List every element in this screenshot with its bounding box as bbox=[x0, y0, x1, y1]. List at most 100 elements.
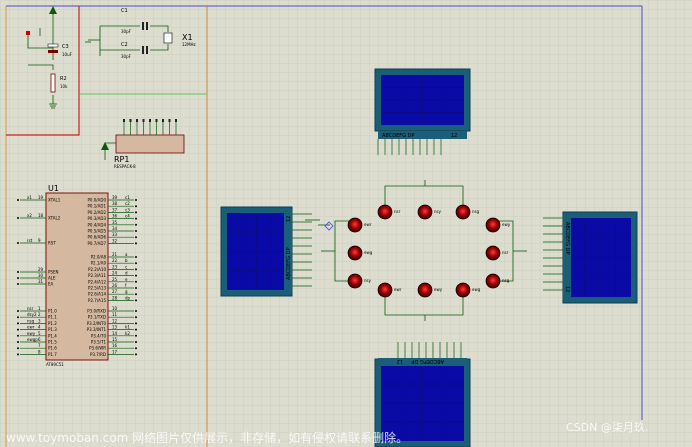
mcu-pin-name: P2.3/A11 bbox=[88, 273, 106, 278]
mcu-pin-dot bbox=[135, 262, 137, 265]
mcu-pin-name: ALE bbox=[48, 276, 56, 281]
led-net-label: ewg bbox=[472, 287, 481, 292]
led-net-label: nsy bbox=[364, 278, 372, 283]
mcu-pin-name: P2.5/A13 bbox=[88, 286, 106, 291]
mcu-pin-name: EA bbox=[48, 282, 54, 287]
mcu-pin-number: 19 bbox=[38, 195, 44, 200]
mcu-pin-dot bbox=[17, 310, 19, 312]
c3-capacitor-plate bbox=[48, 50, 58, 53]
traffic-led-icon bbox=[347, 245, 363, 261]
mcu-pin-number: 38 bbox=[112, 201, 118, 206]
mcu-pin-name: P0.2/AD2 bbox=[88, 210, 107, 215]
mcu-pin-number: 26 bbox=[112, 283, 118, 288]
mcu-pin-dot bbox=[135, 310, 137, 312]
led-net-label: nsy bbox=[434, 209, 442, 214]
rp1-pin-end bbox=[142, 119, 145, 122]
rp1-pin-end bbox=[175, 119, 177, 122]
display-bottom-seg-label: ABCDEFG DP bbox=[412, 358, 444, 364]
mcu-pin-number: 37 bbox=[112, 207, 118, 212]
mcu-pin-dot bbox=[135, 347, 137, 350]
mcu-net-label: x2 bbox=[27, 213, 32, 218]
rp1-respack bbox=[115, 134, 185, 154]
mcu-pin-number: 23 bbox=[112, 264, 118, 269]
mcu-pin-name: P0.4/AD4 bbox=[88, 222, 107, 227]
mcu-net-label: c bbox=[125, 264, 127, 269]
rp1-pin-end bbox=[162, 119, 164, 122]
mcu-pin-name: P3.3/INT1 bbox=[87, 327, 107, 332]
mcu-pin-name: P3.7/RD bbox=[90, 352, 106, 357]
watermark-right: CSDN @柒月玖. bbox=[566, 421, 648, 434]
mcu-pin-dot bbox=[135, 322, 137, 325]
mcu-pin-dot bbox=[135, 274, 137, 277]
x1-crystal bbox=[163, 32, 173, 44]
u1-ref: U1 bbox=[48, 184, 59, 193]
c2-plate-2 bbox=[146, 46, 148, 54]
mcu-pin-number: 29 bbox=[38, 267, 44, 272]
mcu-pin-number: 11 bbox=[112, 312, 118, 317]
mcu-pin-name: RST bbox=[48, 241, 56, 246]
traffic-led-icon bbox=[417, 204, 433, 220]
reset-button-icon[interactable] bbox=[26, 31, 30, 35]
mcu-pin-dot bbox=[17, 347, 19, 350]
c2-ref: C2 bbox=[121, 42, 128, 48]
mcu-pin-name: P0.5/AD5 bbox=[88, 229, 107, 234]
mcu-pin-dot bbox=[135, 199, 137, 201]
mcu-pin-dot bbox=[17, 341, 19, 343]
traffic-led-icon bbox=[485, 273, 501, 289]
mcu-pin-number: 16 bbox=[112, 343, 118, 348]
watermark-left: www.toymoban.com 网络图片仅供展示，非存储，如有侵权请联系删除。 bbox=[6, 430, 408, 445]
x1-ref: X1 bbox=[182, 33, 193, 42]
mcu-pin-number: 36 bbox=[112, 214, 118, 219]
mcu-net-label: ewy bbox=[27, 331, 36, 336]
mcu-pin-name: P3.5/T1 bbox=[91, 340, 107, 345]
traffic-led-icon bbox=[377, 282, 393, 298]
mcu-pin-number: 32 bbox=[112, 238, 118, 243]
mcu-pin-dot bbox=[135, 328, 137, 331]
c1-plate-2 bbox=[146, 22, 148, 30]
mcu-pin-dot bbox=[135, 341, 137, 343]
rp1-pin-end bbox=[123, 119, 125, 122]
mcu-pin-number: 18 bbox=[38, 213, 44, 218]
mcu-pin-name: P1.4 bbox=[48, 333, 57, 338]
led-net-label: nsr bbox=[394, 209, 401, 214]
r2-value: 10k bbox=[60, 84, 68, 89]
rp1-pin-end bbox=[168, 119, 171, 122]
mcu-pin-number: 34 bbox=[112, 226, 118, 231]
c3-ref: C3 bbox=[62, 44, 69, 50]
mcu-pin-dot bbox=[135, 299, 137, 302]
mcu-pin-dot bbox=[135, 268, 137, 271]
mcu-pin-dot bbox=[135, 230, 137, 232]
mcu-pin-name: P2.6/A14 bbox=[88, 292, 106, 297]
mcu-pin-name: P1.7 bbox=[48, 352, 57, 357]
mcu-pin-dot bbox=[17, 277, 19, 279]
c2-plate bbox=[142, 46, 144, 54]
traffic-led-icon bbox=[455, 282, 471, 298]
mcu-pin-number: 21 bbox=[112, 252, 118, 257]
mcu-pin-name: P3.2/INT0 bbox=[87, 321, 107, 326]
display-top-seg-label: ABCDEFG DP bbox=[382, 133, 414, 139]
traffic-led-icon bbox=[347, 217, 363, 233]
mcu-pin-dot bbox=[17, 334, 19, 337]
mcu-pin-name: P3.6/WR bbox=[89, 346, 106, 351]
mcu-pin-name: P3.1/TXD bbox=[88, 315, 106, 320]
mcu-pin-name: XTAL2 bbox=[48, 216, 61, 221]
mcu-pin-dot bbox=[135, 293, 137, 296]
mcu-net-label: c1 bbox=[125, 195, 130, 200]
traffic-led-icon bbox=[485, 245, 501, 261]
mcu-net-label: k1 bbox=[125, 325, 130, 330]
mcu-pin-number: 10 bbox=[112, 306, 118, 311]
c1-plate bbox=[142, 22, 144, 30]
mcu-pin-number: 12 bbox=[112, 318, 118, 323]
display-left-seg-label: ABCDEFG DP bbox=[286, 248, 292, 280]
mcu-net-label: c3 bbox=[125, 207, 130, 212]
mcu-net-label: dp bbox=[125, 295, 131, 300]
mcu-pin-dot bbox=[135, 334, 137, 337]
mcu-pin-dot bbox=[135, 236, 137, 239]
mcu-pin-dot bbox=[17, 199, 19, 201]
mcu-pin-name: PSEN bbox=[48, 270, 58, 275]
traffic-led-icon bbox=[417, 282, 433, 298]
mcu-pin-name: P2.7/A15 bbox=[88, 298, 106, 303]
mcu-pin-number: 39 bbox=[112, 195, 118, 200]
mcu-pin-number: 24 bbox=[112, 271, 118, 276]
mcu-pin-name: P0.0/AD0 bbox=[88, 198, 107, 203]
